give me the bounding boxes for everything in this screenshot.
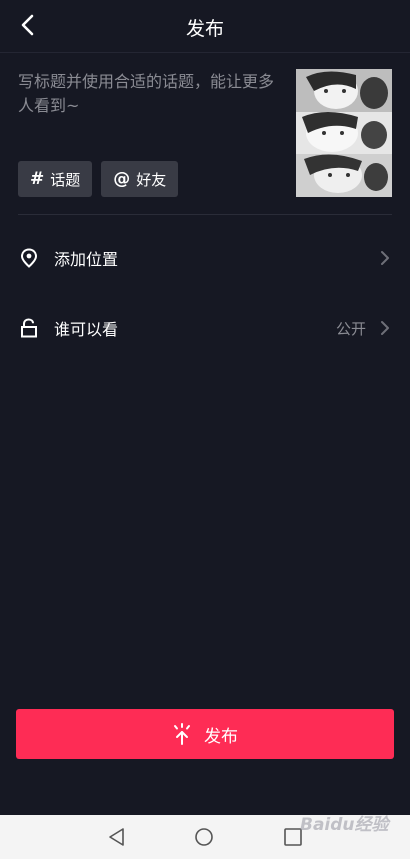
top-bar: 发布 — [0, 0, 410, 53]
mention-friend-label: 好友 — [136, 170, 167, 189]
visibility-label: 谁可以看 — [54, 320, 119, 339]
chevron-right-icon — [380, 248, 392, 268]
nav-back-icon — [109, 828, 124, 846]
topic-tag-label: 话题 — [50, 170, 81, 189]
topic-tag-button[interactable]: # 话题 — [18, 161, 93, 197]
visibility-row[interactable]: 谁可以看 公开 — [18, 308, 392, 348]
divider — [18, 214, 392, 215]
hashtag-icon: # — [30, 169, 45, 189]
at-icon: @ — [113, 169, 131, 189]
add-location-label: 添加位置 — [54, 250, 119, 269]
nav-back-button[interactable] — [107, 827, 127, 851]
nav-home-button[interactable] — [194, 827, 214, 851]
mention-friend-button[interactable]: @ 好友 — [101, 161, 179, 197]
video-cover-thumbnail[interactable] — [296, 69, 392, 197]
location-pin-icon — [18, 247, 40, 269]
chevron-right-icon — [380, 318, 392, 338]
publish-button[interactable]: 发布 — [16, 709, 394, 759]
visibility-value: 公开 — [335, 319, 366, 338]
publish-button-label: 发布 — [204, 726, 238, 747]
unlock-icon — [18, 317, 40, 339]
publish-sparkle-icon — [174, 723, 190, 745]
tag-buttons: # 话题 @ 好友 — [18, 161, 179, 197]
watermark: Baidu经验 — [300, 815, 389, 835]
add-location-row[interactable]: 添加位置 — [18, 238, 392, 278]
nav-home-icon — [195, 828, 213, 846]
page-title: 发布 — [185, 18, 224, 40]
caption-input[interactable]: 写标题并使用合适的话题，能让更多人看到~ — [18, 70, 283, 118]
